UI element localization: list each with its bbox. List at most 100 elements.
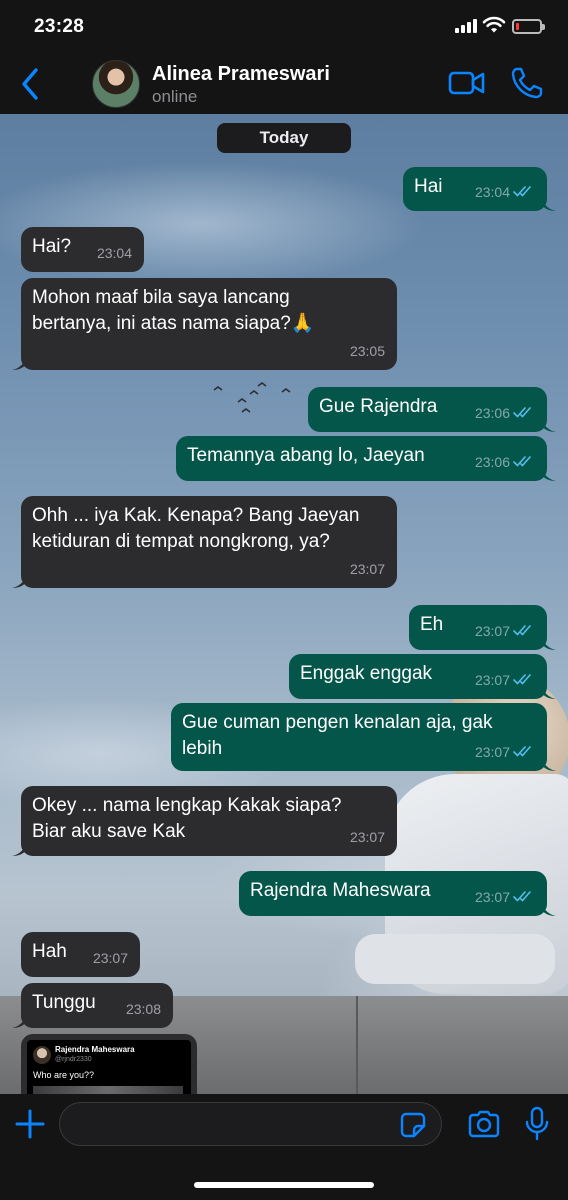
- message-time: 23:06: [474, 454, 510, 470]
- outgoing-message[interactable]: Gue Rajendra 23:06: [308, 387, 556, 432]
- phone-icon[interactable]: [510, 66, 544, 100]
- incoming-message[interactable]: Okey ... nama lengkap Kakak siapa? Biar a…: [12, 786, 397, 856]
- back-chevron-icon[interactable]: [16, 64, 46, 104]
- incoming-message[interactable]: Mohon maaf bila saya lancang bertanya, in…: [12, 278, 397, 370]
- microphone-icon[interactable]: [524, 1106, 550, 1142]
- message-text: Rajendra Maheswara: [250, 878, 431, 904]
- bubble-tail: [542, 199, 556, 211]
- contact-status: online: [152, 87, 198, 106]
- chat-header: Alinea Prameswari online: [0, 56, 568, 114]
- message-time: 23:08: [125, 1001, 161, 1017]
- message-meta: 23:07: [93, 945, 128, 971]
- message-meta: 23:04: [97, 240, 132, 266]
- message-text-line: Rajendra Maheswara: [250, 880, 431, 901]
- message-text-line: Temannya abang lo, Jaeyan: [187, 445, 425, 466]
- message-text: Tunggu: [32, 990, 96, 1016]
- message-text-line: lebih: [182, 738, 223, 759]
- bubble-tail: [542, 420, 556, 432]
- message-text: Gue cuman pengen kenalan aja, gak lebih: [182, 710, 493, 762]
- message-input[interactable]: [59, 1102, 442, 1146]
- message-text-line: Enggak enggak: [300, 663, 433, 684]
- message-time: 23:07: [474, 672, 510, 688]
- bubble-tail: [542, 759, 556, 771]
- message-text-line: Mohon maaf bila saya lancang: [32, 287, 290, 308]
- message-meta: 23:04: [475, 179, 535, 205]
- video-call-icon[interactable]: [448, 68, 486, 98]
- message-time: 23:07: [474, 744, 510, 760]
- message-text: Gue Rajendra: [319, 394, 437, 420]
- shared-post-handle: @rjndr2330: [55, 1056, 92, 1063]
- incoming-message[interactable]: Ohh ... iya Kak. Kenapa? Bang Jaeyan keti…: [12, 496, 397, 588]
- outgoing-message[interactable]: Eh 23:07: [409, 605, 556, 650]
- status-bar: 23:28: [0, 0, 568, 56]
- message-text-line: Hai?: [32, 236, 72, 257]
- message-time: 23:07: [92, 950, 128, 966]
- incoming-message[interactable]: Hah 23:07: [21, 932, 140, 977]
- camera-icon[interactable]: [467, 1110, 501, 1138]
- shared-post-name: Rajendra Maheswara: [55, 1045, 135, 1054]
- outgoing-message[interactable]: Rajendra Maheswara 23:07: [239, 871, 556, 916]
- shared-post-preview[interactable]: Rajendra Maheswara @rjndr2330 Who are yo…: [27, 1040, 191, 1094]
- message-text-line: Tunggu: [32, 992, 96, 1013]
- bubble-tail: [12, 576, 26, 588]
- incoming-message[interactable]: Hai? 23:04: [21, 227, 144, 272]
- contact-name[interactable]: Alinea Prameswari: [152, 63, 330, 86]
- home-indicator[interactable]: [194, 1182, 374, 1188]
- wallpaper-wall-seam: [356, 996, 358, 1094]
- message-meta: 23:07: [350, 824, 385, 850]
- shared-post-bubble[interactable]: Rajendra Maheswara @rjndr2330 Who are yo…: [21, 1034, 197, 1094]
- input-bar: [0, 1094, 568, 1200]
- bubble-tail: [542, 469, 556, 481]
- bubble-tail: [542, 687, 556, 699]
- message-text-line: ketiduran di tempat nongkrong, ya?: [32, 531, 330, 552]
- message-time: 23:07: [349, 829, 385, 845]
- bubble-tail: [542, 904, 556, 916]
- read-receipt-icon: [513, 884, 535, 910]
- message-text: Hai?: [32, 234, 71, 260]
- message-text: Eh: [420, 612, 443, 638]
- shared-post-text: Who are you??: [33, 1070, 95, 1080]
- message-text-line: Hah: [32, 941, 67, 962]
- message-time: 23:04: [474, 184, 510, 200]
- date-separator: Today: [217, 123, 351, 153]
- message-meta: 23:07: [350, 556, 385, 582]
- message-meta: 23:07: [475, 884, 535, 910]
- status-time: 23:28: [34, 16, 85, 37]
- read-receipt-icon: [513, 739, 535, 765]
- message-text-line: bertanya, ini atas nama siapa?🙏: [32, 313, 315, 334]
- message-text: Hai: [414, 174, 443, 200]
- message-meta: 23:07: [475, 739, 535, 765]
- message-time: 23:06: [474, 405, 510, 421]
- message-text-line: Okey ... nama lengkap Kakak siapa?: [32, 795, 342, 816]
- read-receipt-icon: [513, 618, 535, 644]
- message-text-line: Gue Rajendra: [319, 396, 438, 417]
- contact-avatar[interactable]: [92, 60, 140, 108]
- message-meta: 23:07: [475, 667, 535, 693]
- message-text: Enggak enggak: [300, 661, 432, 687]
- shared-post-avatar: [33, 1046, 51, 1064]
- message-time: 23:04: [96, 245, 132, 261]
- message-meta: 23:07: [475, 618, 535, 644]
- read-receipt-icon: [513, 667, 535, 693]
- chat-area[interactable]: Today Hai 23:04 Hai? 23:04 Mohon maaf bila s…: [0, 114, 568, 1094]
- message-meta: 23:06: [475, 449, 535, 475]
- message-time: 23:07: [349, 561, 385, 577]
- outgoing-message[interactable]: Hai 23:04: [403, 167, 556, 211]
- bubble-tail: [542, 638, 556, 650]
- message-text-line: Ohh ... iya Kak. Kenapa? Bang Jaeyan: [32, 505, 360, 526]
- read-receipt-icon: [513, 179, 535, 205]
- message-text: Ohh ... iya Kak. Kenapa? Bang Jaeyan keti…: [32, 503, 359, 555]
- outgoing-message[interactable]: Enggak enggak 23:07: [289, 654, 556, 699]
- incoming-message[interactable]: Tunggu 23:08: [12, 983, 173, 1028]
- wallpaper-person-legs: [355, 934, 555, 984]
- plus-icon[interactable]: [14, 1108, 46, 1140]
- cellular-signal-icon: [455, 19, 479, 33]
- message-text-line: Gue cuman pengen kenalan aja, gak: [182, 712, 493, 733]
- battery-icon: [512, 19, 545, 34]
- outgoing-message[interactable]: Temannya abang lo, Jaeyan 23:06: [176, 436, 556, 481]
- wifi-icon: [482, 16, 506, 33]
- message-time: 23:07: [474, 623, 510, 639]
- message-text-line: Eh: [420, 614, 444, 635]
- outgoing-message[interactable]: Gue cuman pengen kenalan aja, gak lebih 23…: [171, 703, 556, 771]
- sticker-icon[interactable]: [400, 1112, 426, 1138]
